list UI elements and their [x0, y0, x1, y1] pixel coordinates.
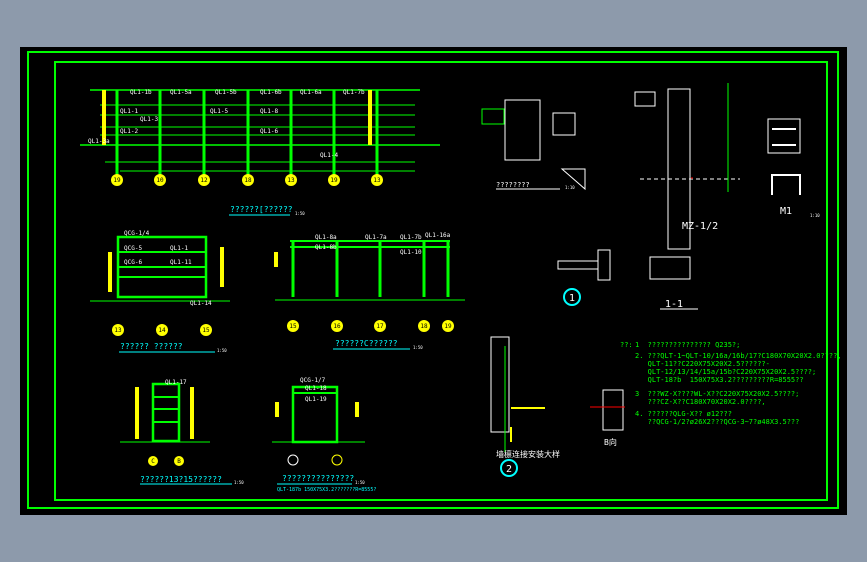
view-title: MZ-1/2: [682, 221, 718, 232]
member-label: QL1-10: [400, 249, 422, 256]
view-scale: 1:50: [295, 211, 305, 216]
note-line: 4. ??????QLG-X?? ø12???: [635, 410, 732, 418]
view-title: 1-1: [665, 299, 683, 310]
member-label: QL1-1: [120, 108, 138, 115]
detail-m1: M1 1:10: [767, 118, 820, 218]
member-label: QL1-6: [260, 128, 278, 135]
member-label: QCG-6: [124, 259, 142, 266]
view-scale: 1:50: [355, 480, 365, 485]
note-line: ??QCG-1/2?ø26X2???QCG-3~7?ø48X3.5???: [635, 418, 799, 426]
note-line: 2. ???QLT-1~QLT-10/16a/16b/17?C180X70X20…: [635, 352, 842, 360]
axis-label: 13: [373, 177, 381, 184]
axis-label: 12: [200, 177, 208, 184]
member-label: QL1-14: [190, 300, 212, 307]
member-label: QCG-1/4: [124, 230, 150, 237]
note-line: ???CZ-X??C180X70X20X2.0????,: [635, 398, 766, 406]
axis-label: 18: [244, 177, 252, 184]
member-label: QCG-5: [124, 245, 142, 252]
member-label: QL1-19: [305, 396, 327, 403]
member-label: QL1-7b: [343, 89, 365, 96]
view-title: ??????C??????: [335, 339, 398, 348]
axis-label: 15: [202, 327, 210, 334]
axis-label: 10: [156, 177, 164, 184]
axis-label: 14: [158, 327, 166, 334]
view-scale: 1:50: [217, 348, 227, 353]
note-line: QLT-11??C220X75X20X2.5??????-: [635, 360, 770, 368]
member-label: QL1-11: [170, 259, 192, 266]
axis-label: 13: [114, 327, 122, 334]
note-line: 3 ???WZ-X????WL-X??C220X75X20X2.5????;: [635, 390, 799, 398]
view-title: ???????????????: [282, 474, 354, 483]
member-label: QL1-7b: [400, 234, 422, 241]
member-label: QL1-5a: [170, 89, 192, 96]
axis-label: 19: [330, 177, 338, 184]
member-label: QL1-18: [305, 385, 327, 392]
section-right: QCG-1/7 QL1-18 QL1-19 ??????????????? 1:…: [272, 377, 376, 493]
axis-label: 18: [420, 323, 428, 330]
view-scale: 1:10: [565, 185, 575, 190]
detail-number: 2: [506, 464, 512, 475]
member-label: QL1-1b: [130, 89, 152, 96]
section-1-1: 1-1: [649, 256, 698, 310]
detail-2: 墙檩连接安装大样 2: [490, 336, 560, 477]
member-label: QL1-5b: [215, 89, 237, 96]
general-notes: ??: 1 ??????????????? Q235?; 2. ???QLT-1…: [620, 341, 842, 426]
member-label: QL1-4: [320, 152, 338, 159]
axis-label: 15: [289, 323, 297, 330]
member-label: QL1-8: [260, 108, 278, 115]
axis-label: 17: [376, 323, 384, 330]
note-line: 1 ??????????????? Q235?;: [635, 341, 740, 349]
member-label: QL1-3: [140, 116, 158, 123]
member-label: QL1-2: [120, 128, 138, 135]
member-label: QL1-16a: [425, 232, 451, 239]
axis-label: 19: [444, 323, 452, 330]
view-scale: 1:50: [413, 345, 423, 350]
detail-mz: MZ-1/2: [634, 83, 740, 250]
drawing-sheet: QL1-1b QL1-5a QL1-5b QL1-6b QL1-6a QL1-7…: [27, 51, 842, 509]
detail-a: ???????? 1:10: [481, 99, 586, 191]
view-title: ??????13?15??????: [140, 475, 222, 484]
detail-1: 1: [557, 249, 611, 306]
view-note: QLT-187b 150X75X3.2???????R=8555?: [277, 487, 376, 493]
elevation-15-19: QL1-8a QL1-8b QL1-7a QL1-7b QL1-16a QL1-…: [274, 232, 465, 350]
member-label: QL1-17: [165, 379, 187, 386]
view-title: ??????[??????: [230, 205, 293, 214]
member-label: QL1-6a: [300, 89, 322, 96]
member-label: QL1-8b: [315, 244, 337, 251]
member-label: QL1-1: [170, 245, 188, 252]
view-scale: 1:50: [234, 480, 244, 485]
view-scale: 1:10: [810, 213, 820, 218]
member-label: QL1-8a: [315, 234, 337, 241]
axis-label: 16: [333, 323, 341, 330]
view-title: ?????? ??????: [120, 342, 183, 351]
member-label: QL1-5: [210, 108, 228, 115]
member-label: QL1-6b: [260, 89, 282, 96]
inner-frame: [54, 61, 828, 501]
member-label: QL1-3a: [88, 138, 110, 145]
axis-label: C: [151, 458, 155, 465]
axis-label: 19: [113, 177, 121, 184]
view-title: B向: [604, 437, 617, 447]
view-title: ????????: [496, 181, 530, 189]
view-title: 1: [569, 293, 575, 304]
main-elevation: QL1-1b QL1-5a QL1-5b QL1-6b QL1-6a QL1-7…: [80, 89, 440, 216]
notes-heading: ??:: [620, 341, 633, 349]
member-label: QL1-7a: [365, 234, 387, 241]
view-title: 墙檩连接安装大样: [496, 449, 560, 459]
member-label: QCG-1/7: [300, 377, 326, 384]
axis-label: 13: [287, 177, 295, 184]
axis-label: B: [177, 458, 181, 465]
detail-b: B向: [590, 389, 625, 447]
elevation-13-15: QCG-1/4 QCG-5 QCG-6 QL1-1 QL1-11 QL1-14 …: [90, 230, 230, 353]
note-line: QLT-18?b 150X75X3.2?????????R=8555??: [635, 376, 804, 384]
note-line: QLT-12/13/14/15a/15b?C220X75X20X2.5????;: [635, 368, 816, 376]
section-13-15: C B QL1-17 ??????13?15?????? 1:50: [120, 379, 244, 485]
cad-drawing-canvas[interactable]: QL1-1b QL1-5a QL1-5b QL1-6b QL1-6a QL1-7…: [20, 47, 847, 515]
view-title: M1: [780, 206, 792, 217]
